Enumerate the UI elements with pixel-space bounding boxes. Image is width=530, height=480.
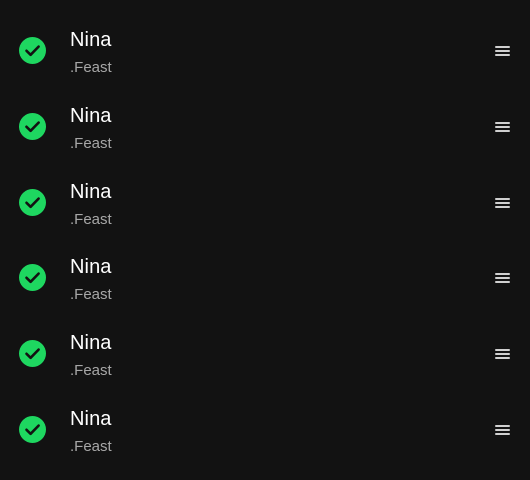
track-title: Nina	[70, 407, 112, 430]
track-title: Nina	[70, 104, 112, 127]
track-title: Nina	[70, 29, 112, 51]
drag-handle-icon[interactable]	[486, 264, 520, 292]
track-title: Nina	[70, 180, 112, 203]
drag-handle-icon[interactable]	[486, 37, 520, 65]
track-artist: .Feast	[70, 362, 112, 380]
check-circle-icon	[19, 37, 46, 64]
track-row[interactable]: Nina .Feast	[0, 393, 530, 469]
drag-handle-icon[interactable]	[486, 416, 520, 444]
drag-handle-icon[interactable]	[486, 189, 520, 217]
track-row[interactable]: Nina .Feast	[0, 90, 530, 166]
check-circle-icon	[19, 340, 46, 368]
track-row[interactable]: Nina .Feast	[0, 241, 530, 317]
check-circle-icon	[19, 415, 46, 443]
track-row[interactable]: Nina .Feast	[0, 317, 530, 393]
track-row[interactable]: Nina .Feast	[0, 14, 530, 90]
track-title: Nina	[70, 332, 112, 355]
track-artist: .Feast	[70, 134, 112, 152]
check-circle-icon	[19, 112, 46, 140]
drag-handle-icon[interactable]	[486, 340, 520, 368]
track-artist: .Feast	[70, 210, 112, 228]
track-artist: .Feast	[70, 437, 112, 455]
track-title: Nina	[70, 256, 112, 279]
track-list: Nina .Feast Nina .Feast Nina .Feast Nina…	[0, 0, 530, 480]
track-artist: .Feast	[70, 59, 112, 76]
track-row[interactable]: Nina .Feast	[0, 166, 530, 242]
track-artist: .Feast	[70, 286, 112, 304]
drag-handle-icon[interactable]	[486, 113, 520, 141]
check-circle-icon	[19, 264, 46, 292]
check-circle-icon	[19, 188, 46, 216]
